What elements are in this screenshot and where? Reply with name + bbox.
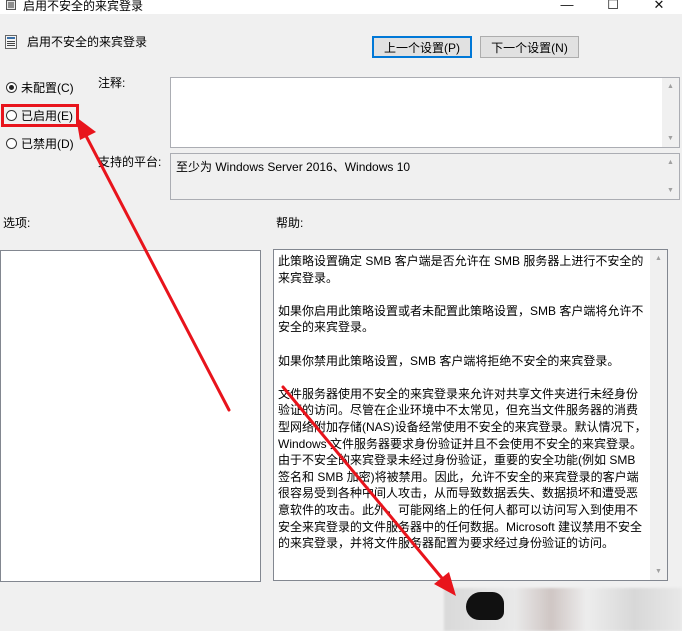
help-panel: 此策略设置确定 SMB 客户端是否允许在 SMB 服务器上进行不安全的来宾登录。… xyxy=(273,249,668,581)
policy-setting-icon xyxy=(5,35,17,49)
radio-label: 已禁用(D) xyxy=(21,136,74,151)
scroll-up-icon[interactable]: ▲ xyxy=(650,250,667,267)
scroll-down-icon[interactable]: ▼ xyxy=(662,130,679,147)
radio-not-configured[interactable]: 未配置(C) xyxy=(6,79,74,95)
options-panel xyxy=(0,250,261,582)
options-label: 选项: xyxy=(3,216,31,230)
comment-scrollbar[interactable]: ▲ ▼ xyxy=(662,78,679,147)
annotation-highlight-box xyxy=(1,104,79,127)
previous-setting-button[interactable]: 上一个设置(P) xyxy=(372,36,472,58)
radio-label: 未配置(C) xyxy=(21,80,74,95)
redaction-mark xyxy=(466,592,504,620)
platform-field: 至少为 Windows Server 2016、Windows 10 ▲ ▼ xyxy=(170,153,680,200)
close-button[interactable]: ✕ xyxy=(636,0,682,14)
comment-field[interactable]: ▲ ▼ xyxy=(170,77,680,148)
radio-button[interactable] xyxy=(6,81,17,93)
comment-label: 注释: xyxy=(98,76,126,90)
maximize-button[interactable]: ☐ xyxy=(590,0,636,14)
platform-scrollbar[interactable]: ▲ ▼ xyxy=(662,154,679,199)
radio-button[interactable] xyxy=(6,137,17,149)
help-paragraph: 如果你启用此策略设置或者未配置此策略设置，SMB 客户端将允许不安全的来宾登录。 xyxy=(278,303,644,335)
scroll-up-icon[interactable]: ▲ xyxy=(662,78,679,95)
help-text: 此策略设置确定 SMB 客户端是否允许在 SMB 服务器上进行不安全的来宾登录。… xyxy=(278,253,647,568)
radio-disabled[interactable]: 已禁用(D) xyxy=(6,135,74,151)
help-label: 帮助: xyxy=(276,216,304,230)
scroll-up-icon[interactable]: ▲ xyxy=(662,154,679,171)
platform-value: 至少为 Windows Server 2016、Windows 10 xyxy=(176,160,411,174)
next-setting-button[interactable]: 下一个设置(N) xyxy=(480,36,579,58)
window-title: 启用不安全的来宾登录 xyxy=(23,0,144,13)
policy-title: 启用不安全的来宾登录 xyxy=(27,35,148,49)
policy-setting-icon xyxy=(6,0,16,10)
help-scrollbar[interactable]: ▲ ▼ xyxy=(650,250,667,580)
policy-dialog-window: 启用不安全的来宾登录 — ☐ ✕ 启用不安全的来宾登录 上一个设置(P) 下一个… xyxy=(0,0,682,631)
minimize-button[interactable]: — xyxy=(544,0,590,14)
platform-label: 支持的平台: xyxy=(98,155,162,169)
annotation-arrowhead xyxy=(76,117,96,140)
help-paragraph: 此策略设置确定 SMB 客户端是否允许在 SMB 服务器上进行不安全的来宾登录。 xyxy=(278,254,644,285)
scroll-down-icon[interactable]: ▼ xyxy=(662,182,679,199)
help-paragraph: 如果你禁用此策略设置，SMB 客户端将拒绝不安全的来宾登录。 xyxy=(278,353,620,368)
scroll-down-icon[interactable]: ▼ xyxy=(650,563,667,580)
title-bar: 启用不安全的来宾登录 — ☐ ✕ xyxy=(0,0,682,14)
help-paragraph: 文件服务器使用不安全的来宾登录来允许对共享文件夹进行未经身份验证的访问。尽管在企… xyxy=(278,386,647,551)
